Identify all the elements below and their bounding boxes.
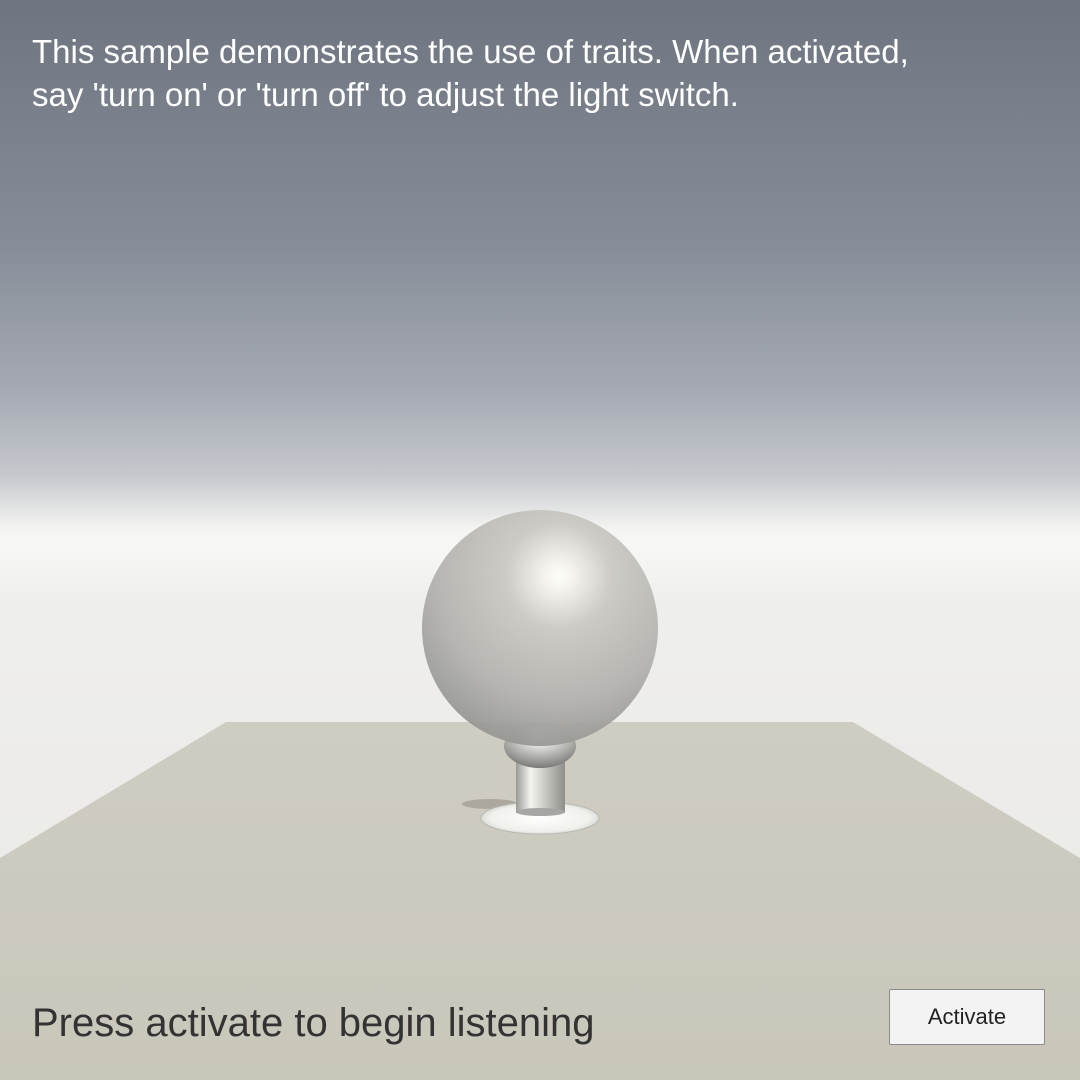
switch-stem-bottom: [516, 808, 565, 816]
3d-scene-viewport: [0, 0, 1080, 1080]
activate-button[interactable]: Activate: [889, 989, 1045, 1045]
instructions-text: This sample demonstrates the use of trai…: [32, 33, 909, 113]
status-text: Press activate to begin listening: [32, 1001, 595, 1045]
light-bulb-sphere: [422, 510, 658, 746]
